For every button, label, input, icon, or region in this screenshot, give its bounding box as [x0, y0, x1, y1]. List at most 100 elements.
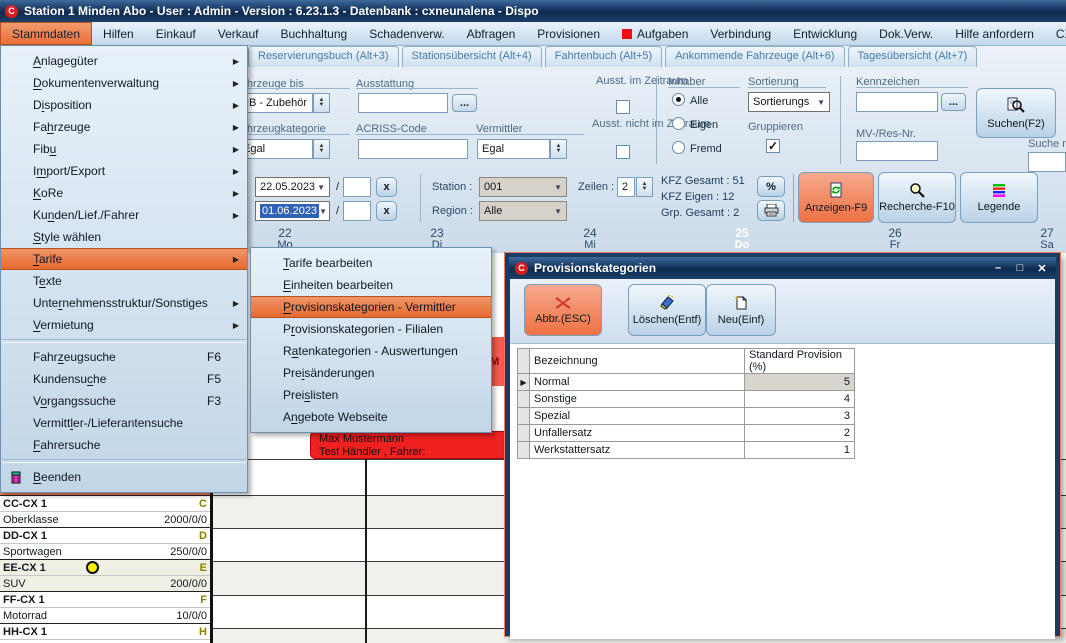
menubar-item-schadenverw-[interactable]: Schadenverw. [358, 22, 455, 45]
vermittler-combo[interactable]: Egal [477, 139, 550, 159]
menubar-item-stammdaten[interactable]: Stammdaten [0, 22, 92, 45]
menubar-item-aufgaben[interactable]: Aufgaben [611, 22, 699, 45]
menubar-item-hilfen[interactable]: Hilfen [92, 22, 145, 45]
minimize-icon[interactable]: – [990, 262, 1006, 274]
new-button[interactable]: Neu(Einf) [706, 284, 776, 336]
menubar-item-verkauf[interactable]: Verkauf [207, 22, 270, 45]
provision-cell[interactable]: 4 [745, 391, 855, 408]
submenu-item-einheiten-bearbeiten[interactable]: Einheiten bearbeiten [251, 274, 491, 296]
print-button[interactable] [757, 200, 785, 221]
zeilen-input[interactable]: 2 [617, 177, 635, 197]
menubar-item-verbindung[interactable]: Verbindung [699, 22, 782, 45]
mv-res-input[interactable] [856, 141, 938, 161]
menu-item-dokumentenverwaltung[interactable]: Dokumentenverwaltung▶ [1, 72, 247, 94]
ausstattung-input[interactable] [358, 93, 448, 113]
acriss-input[interactable] [358, 139, 468, 159]
provision-cell[interactable]: 2 [745, 425, 855, 442]
ausst-im-zeitraum-checkbox[interactable] [616, 100, 630, 114]
suche-n-input[interactable] [1028, 152, 1066, 172]
menu-item-tarife[interactable]: Tarife▶ [1, 248, 247, 270]
recherche-button[interactable]: Recherche-F10 [878, 172, 956, 223]
ausstattung-browse-button[interactable]: ... [452, 94, 477, 112]
provision-row-werkstattersatz[interactable]: Werkstattersatz1 [518, 442, 855, 459]
vehicle-row-cc-cx-1[interactable]: CC-CX 1C [0, 495, 210, 511]
tab-reservierungsbuch-alt-3-[interactable]: Reservierungsbuch (Alt+3) [248, 46, 399, 67]
legende-button[interactable]: Legende [960, 172, 1038, 223]
region-combo[interactable]: Alle▼ [479, 201, 567, 221]
submenu-item-tarife-bearbeiten[interactable]: Tarife bearbeiten [251, 252, 491, 274]
anzeigen-button[interactable]: Anzeigen-F9 [798, 172, 874, 223]
tab-ankommende-fahrzeuge-alt-6-[interactable]: Ankommende Fahrzeuge (Alt+6) [665, 46, 844, 67]
menubar-item-entwicklung[interactable]: Entwicklung [782, 22, 868, 45]
vehicle-row-dd-cx-1[interactable]: DD-CX 1D [0, 527, 210, 543]
bezeichnung-cell[interactable]: Sonstige [530, 391, 745, 408]
fahrzeuge-bis-spinner[interactable]: ▲▼ [313, 93, 330, 113]
menu-item-fahrzeugsuche[interactable]: FahrzeugsucheF6 [1, 346, 247, 368]
bezeichnung-cell[interactable]: Spezial [530, 408, 745, 425]
menu-item-style-w-hlen[interactable]: Style wählen [1, 226, 247, 248]
vehicle-desc-row[interactable]: Motorrad10/0/0 [0, 607, 210, 623]
abort-button[interactable]: Abbr.(ESC) [524, 284, 602, 336]
provision-row-sonstige[interactable]: Sonstige4 [518, 391, 855, 408]
vehicle-row-hh-cx-1[interactable]: HH-CX 1H [0, 623, 210, 639]
date-to-extra-input[interactable] [343, 201, 371, 221]
sortierung-combo[interactable]: Sortierungs▼ [748, 92, 830, 112]
inhaber-radio-fremd[interactable]: Fremd [672, 141, 722, 155]
submenu-item-provisionskategorien-filialen[interactable]: Provisionskategorien - Filialen [251, 318, 491, 340]
station-combo[interactable]: 001▼ [479, 177, 567, 197]
menu-item-vermietung[interactable]: Vermietung▶ [1, 314, 247, 336]
menubar-item-dok-verw-[interactable]: Dok.Verw. [868, 22, 944, 45]
submenu-item-preislisten[interactable]: Preislisten [251, 384, 491, 406]
submenu-item-ratenkategorien-auswertungen[interactable]: Ratenkategorien - Auswertungen [251, 340, 491, 362]
menu-item-fahrzeuge[interactable]: Fahrzeuge▶ [1, 116, 247, 138]
kennzeichen-input[interactable] [856, 92, 938, 112]
menu-item-vermittler-lieferantensuche[interactable]: Vermittler-/Lieferantensuche [1, 412, 247, 434]
bezeichnung-cell[interactable]: Unfallersatz [530, 425, 745, 442]
maximize-icon[interactable]: □ [1012, 262, 1028, 274]
menu-item-anlageg-ter[interactable]: Anlagegüter▶ [1, 50, 247, 72]
submenu-item-provisionskategorien-vermittler[interactable]: Provisionskategorien - Vermittler [251, 296, 491, 318]
provision-cell[interactable]: 3 [745, 408, 855, 425]
menu-item-kunden-lief-fahrer[interactable]: Kunden/Lief./Fahrer▶ [1, 204, 247, 226]
date-to-combo[interactable]: 01.06.2023▼ [255, 201, 330, 221]
menu-item-fibu[interactable]: Fibu▶ [1, 138, 247, 160]
menu-item-disposition[interactable]: Disposition▶ [1, 94, 247, 116]
provision-row-spezial[interactable]: Spezial3 [518, 408, 855, 425]
vehicle-desc-row[interactable]: SUV200/0/0 [0, 575, 210, 591]
vermittler-spinner[interactable]: ▲▼ [550, 139, 567, 159]
tab-tages-bersicht-alt-7-[interactable]: Tagesübersicht (Alt+7) [848, 46, 978, 67]
menu-item-fahrersuche[interactable]: Fahrersuche [1, 434, 247, 456]
menu-item-unternehmensstruktur-sonstiges[interactable]: Unternehmensstruktur/Sonstiges▶ [1, 292, 247, 314]
bezeichnung-cell[interactable]: Werkstattersatz [530, 442, 745, 459]
dialog-titlebar[interactable]: C Provisionskategorien – □ ✕ [509, 257, 1056, 279]
menubar-item-cx9-support[interactable]: CX9 Support [1045, 22, 1066, 45]
menu-item-texte[interactable]: Texte [1, 270, 247, 292]
menu-item-vorgangssuche[interactable]: VorgangssucheF3 [1, 390, 247, 412]
menubar-item-buchhaltung[interactable]: Buchhaltung [269, 22, 358, 45]
menu-item-import-export[interactable]: Import/Export▶ [1, 160, 247, 182]
bezeichnung-cell[interactable]: Normal [530, 374, 745, 391]
gruppieren-checkbox[interactable]: ✓ [766, 139, 780, 153]
provision-cell[interactable]: 1 [745, 442, 855, 459]
menu-item-kundensuche[interactable]: KundensucheF5 [1, 368, 247, 390]
menubar-item-provisionen[interactable]: Provisionen [526, 22, 611, 45]
provision-cell[interactable]: 5 [745, 374, 855, 391]
vehicle-desc-row[interactable] [0, 639, 210, 643]
menubar-item-einkauf[interactable]: Einkauf [145, 22, 207, 45]
submenu-item-angebote-webseite[interactable]: Angebote Webseite [251, 406, 491, 428]
vehicle-desc-row[interactable]: Oberklasse2000/0/0 [0, 511, 210, 527]
submenu-item-preis-nderungen[interactable]: Preisänderungen [251, 362, 491, 384]
bezeichnung-header[interactable]: Bezeichnung [530, 349, 745, 374]
ausst-nicht-checkbox[interactable] [616, 145, 630, 159]
date-from-clear-button[interactable]: x [376, 177, 397, 197]
tab-stations-bersicht-alt-4-[interactable]: Stationsübersicht (Alt+4) [402, 46, 542, 67]
close-icon[interactable]: ✕ [1034, 262, 1050, 275]
booking-bar[interactable]: Max Mustermann Test Händler , Fahrer: [310, 431, 506, 459]
menubar-item-abfragen[interactable]: Abfragen [456, 22, 527, 45]
provision-row-normal[interactable]: ▶Normal5 [518, 374, 855, 391]
provision-row-unfallersatz[interactable]: Unfallersatz2 [518, 425, 855, 442]
provision-header[interactable]: Standard Provision (%) [745, 349, 855, 374]
menubar-item-hilfe-anfordern[interactable]: Hilfe anfordern [944, 22, 1045, 45]
menu-item-beenden[interactable]: Beenden [1, 466, 247, 488]
inhaber-radio-eigen[interactable]: Eigen [672, 117, 718, 131]
